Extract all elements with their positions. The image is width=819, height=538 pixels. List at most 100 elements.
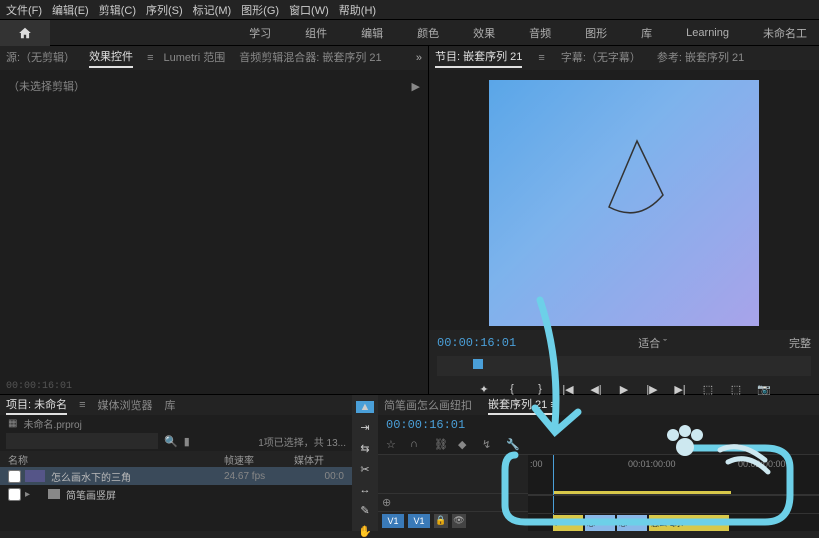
tab-lumetri-scopes[interactable]: Lumetri 范围: [163, 49, 225, 67]
tab-libraries[interactable]: 库: [165, 397, 176, 414]
video-track-spacer[interactable]: [528, 495, 819, 513]
work-area-bar[interactable]: [553, 491, 731, 494]
timeline-tab-2[interactable]: 嵌套序列 21 ≡: [488, 396, 557, 415]
menu-window[interactable]: 窗口(W): [289, 2, 329, 18]
no-clip-selected-label: （未选择剪辑）: [8, 78, 85, 94]
pen-tool[interactable]: ✎: [356, 504, 374, 517]
settings-button[interactable]: ↯: [482, 438, 496, 452]
selection-tool[interactable]: ▲: [356, 401, 374, 413]
timeline-clip[interactable]: f: [553, 515, 583, 531]
tab-media-browser[interactable]: 媒体浏览器: [98, 397, 153, 414]
source-v1-badge[interactable]: V1: [382, 514, 404, 528]
workspace-assembly[interactable]: 组件: [305, 25, 327, 41]
tab-audio-clip-mixer[interactable]: 音频剪辑混合器: 嵌套序列 21: [239, 49, 381, 67]
program-playhead-handle[interactable]: [473, 359, 483, 369]
target-v1-badge[interactable]: V1: [408, 514, 430, 528]
workspace-bar: 学习 组件 编辑 颜色 效果 音频 图形 库 Learning 未命名工: [0, 20, 819, 46]
menu-edit[interactable]: 编辑(E): [52, 2, 89, 18]
workspace-audio[interactable]: 音频: [529, 25, 551, 41]
expand-arrow-icon[interactable]: ▸: [25, 489, 30, 500]
triangle-drawing: [599, 135, 679, 225]
track-eye-toggle[interactable]: 👁: [452, 514, 466, 528]
program-scrub-bar[interactable]: [437, 356, 811, 376]
linked-selection-toggle[interactable]: ⛓: [434, 438, 448, 452]
workspace-color[interactable]: 颜色: [417, 25, 439, 41]
timeline-menu-icon[interactable]: ≡: [550, 399, 556, 411]
workspace-editing[interactable]: 编辑: [361, 25, 383, 41]
row-checkbox[interactable]: [8, 488, 21, 501]
project-menu-icon[interactable]: ≡: [79, 399, 85, 411]
program-menu-icon[interactable]: ≡: [538, 52, 544, 64]
col-framerate[interactable]: 帧速率: [224, 452, 294, 467]
filter-icon[interactable]: ▮: [184, 435, 190, 448]
program-monitor[interactable]: [429, 70, 819, 330]
insert-icon[interactable]: ⊕: [382, 496, 396, 510]
time-ruler[interactable]: :00 00:01:00:00 00:02:00:00: [528, 455, 819, 495]
workspace-unnamed[interactable]: 未命名工: [763, 25, 807, 41]
track-content[interactable]: :00 00:01:00:00 00:02:00:00 f 忘 忘 怎么喝水: [528, 455, 819, 531]
marker-toggle[interactable]: ◆: [458, 438, 472, 452]
menu-sequence[interactable]: 序列(S): [146, 2, 183, 18]
resolution-full-label[interactable]: 完整: [789, 335, 811, 351]
tab-effect-controls[interactable]: 效果控件: [89, 48, 133, 68]
program-tabs: 节目: 嵌套序列 21 ≡ 字幕:（无字幕） 参考: 嵌套序列 21: [429, 46, 819, 70]
timeline-tracks: ⊕ V1 V1 🔒 👁 :00 00:01:00:00 00:02:00:00: [378, 455, 819, 531]
menu-graphics[interactable]: 图形(G): [241, 2, 279, 18]
row-checkbox[interactable]: [8, 470, 21, 483]
project-search-input[interactable]: [6, 433, 158, 449]
project-item-row[interactable]: ▸ 简笔画竖屏: [0, 485, 352, 503]
timeline-panel: 简笔画怎么画纽扣 嵌套序列 21 ≡ 00:00:16:01 ☆ ∩ ⛓ ◆ ↯…: [378, 395, 819, 531]
project-item-row[interactable]: 怎么画水下的三角 24.67 fps 00:0: [0, 467, 352, 485]
tab-reference[interactable]: 参考: 嵌套序列 21: [657, 49, 744, 67]
workspace-learning[interactable]: Learning: [686, 27, 729, 39]
tab-project[interactable]: 项目: 未命名: [6, 396, 67, 415]
menu-clip[interactable]: 剪辑(C): [99, 2, 136, 18]
project-panel: 项目: 未命名 ≡ 媒体浏览器 库 ▦ 未命名.prproj 🔍 ▮ 1项已选择…: [0, 395, 352, 531]
timeline-clip[interactable]: 忘: [617, 515, 647, 531]
tab-source-none[interactable]: 源:（无剪辑）: [6, 49, 75, 67]
col-name[interactable]: 名称: [8, 452, 224, 467]
tab-program-monitor[interactable]: 节目: 嵌套序列 21: [435, 48, 522, 68]
workspace-learn[interactable]: 学习: [249, 25, 271, 41]
wrench-icon[interactable]: 🔧: [506, 438, 520, 452]
ripple-edit-tool[interactable]: ⇆: [356, 442, 374, 455]
effect-controls-menu-icon[interactable]: ≡: [147, 52, 153, 64]
timeline-clip[interactable]: 忘: [585, 515, 615, 531]
bin-icon[interactable]: ▦: [8, 418, 17, 429]
search-icon[interactable]: 🔍: [164, 435, 178, 448]
track-header-spacer[interactable]: ⊕: [378, 493, 528, 511]
program-timecode[interactable]: 00:00:16:01: [437, 336, 516, 350]
col-media-start[interactable]: 媒体开: [294, 452, 344, 467]
effect-controls-play-icon[interactable]: ▶: [412, 80, 420, 93]
nest-toggle[interactable]: ☆: [386, 438, 400, 452]
project-file-name: 未命名.prproj: [23, 416, 81, 431]
timeline-tab-1[interactable]: 简笔画怎么画纽扣: [384, 397, 472, 414]
timeline-options-row: ☆ ∩ ⛓ ◆ ↯ 🔧: [378, 435, 819, 455]
tools-panel: ▲ ⇥ ⇆ ✂ ↔ ✎ ✋: [352, 395, 378, 531]
workspace-graphics[interactable]: 图形: [585, 25, 607, 41]
track-lock-toggle[interactable]: 🔒: [434, 514, 448, 528]
track-header-v1[interactable]: V1 V1 🔒 👁: [378, 511, 528, 529]
timeline-timecode[interactable]: 00:00:16:01: [386, 418, 465, 432]
snap-toggle[interactable]: ∩: [410, 438, 424, 452]
tab-captions[interactable]: 字幕:（无字幕）: [561, 49, 641, 67]
folder-icon: [48, 489, 60, 499]
slip-tool[interactable]: ↔: [356, 484, 374, 496]
menu-help[interactable]: 帮助(H): [339, 2, 376, 18]
timeline-clip[interactable]: 怎么喝水: [649, 515, 729, 531]
video-track-v1[interactable]: f 忘 忘 怎么喝水: [528, 513, 819, 531]
workspace-libraries[interactable]: 库: [641, 25, 652, 41]
track-headers: ⊕ V1 V1 🔒 👁: [378, 455, 528, 531]
zoom-fit-dropdown[interactable]: 适合 ˇ: [638, 335, 667, 351]
workspace-effects[interactable]: 效果: [473, 25, 495, 41]
clip-framerate: 24.67 fps: [224, 471, 294, 482]
home-button[interactable]: [0, 20, 50, 46]
menu-file[interactable]: 文件(F): [6, 2, 42, 18]
panel-overflow-button[interactable]: »: [416, 52, 422, 64]
project-column-header: 名称 帧速率 媒体开: [0, 451, 352, 467]
hand-tool[interactable]: ✋: [356, 525, 374, 538]
ruler-tick: :00: [530, 459, 543, 469]
track-select-tool[interactable]: ⇥: [356, 421, 374, 434]
menu-marker[interactable]: 标记(M): [193, 2, 232, 18]
razor-tool[interactable]: ✂: [356, 463, 374, 476]
